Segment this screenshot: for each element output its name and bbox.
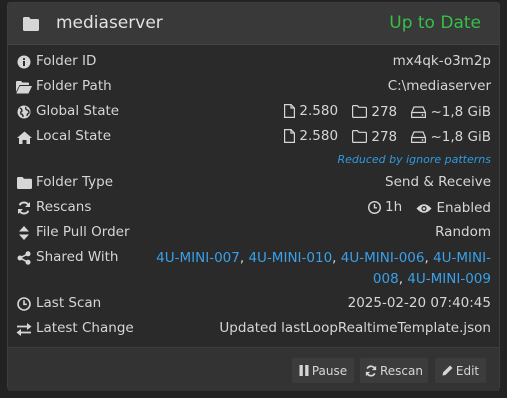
- global-size-stat: ~1,8 GiB: [411, 104, 491, 120]
- last-scan-label: Last Scan: [36, 295, 102, 311]
- globe-icon: [16, 104, 32, 120]
- row-folder-id: Folder ID mx4qk-o3m2p: [8, 50, 499, 75]
- row-global-state: Global State 2.580 278 ~1,8 GiB: [8, 100, 499, 125]
- sort-icon: [16, 225, 32, 241]
- device-link[interactable]: 4U-MINI-006: [341, 250, 425, 266]
- global-files-count: 2.580: [299, 103, 339, 119]
- folder-outline-icon: [352, 105, 368, 118]
- edit-button-label: Edit: [455, 363, 480, 378]
- local-size-stat: ~1,8 GiB: [411, 129, 491, 145]
- file-icon: [284, 104, 296, 118]
- latest-change-label: Latest Change: [36, 320, 134, 336]
- panel-footer: Pause Rescan Edit: [8, 348, 499, 391]
- local-files-stat: 2.580: [284, 128, 338, 144]
- folder-outline-icon: [352, 130, 368, 143]
- status-badge: Up to Date: [389, 13, 481, 33]
- folder-panel: mediaserver Up to Date Folder ID mx4qk-o…: [7, 2, 500, 391]
- folder-type-value: Send & Receive: [385, 174, 491, 190]
- row-latest-change: Latest Change Updated lastLoopRealtimeTe…: [8, 317, 499, 342]
- file-pull-order-value: Random: [435, 224, 491, 240]
- pencil-icon: [442, 365, 453, 376]
- hdd-icon: [411, 131, 427, 143]
- pause-button-label: Pause: [311, 363, 348, 378]
- row-last-scan: Last Scan 2025-02-20 07:40:45: [8, 292, 499, 317]
- folder-id-value: mx4qk-o3m2p: [392, 53, 491, 69]
- latest-change-value: Updated lastLoopRealtimeTemplate.json: [219, 320, 491, 336]
- global-state-label: Global State: [36, 103, 120, 119]
- rescans-value: 1h Enabled: [367, 199, 491, 218]
- home-icon: [16, 129, 32, 145]
- local-files-count: 2.580: [299, 128, 339, 144]
- local-state-value: 2.580 278 ~1,8 GiB: [284, 128, 491, 147]
- global-files-stat: 2.580: [284, 103, 338, 119]
- folder-path-value: C:\mediaserver: [387, 78, 491, 94]
- local-dirs-count: 278: [371, 128, 398, 145]
- rescan-interval-stat: 1h: [367, 199, 403, 215]
- row-folder-type: Folder Type Send & Receive: [8, 171, 499, 196]
- clock-icon: [16, 296, 32, 312]
- device-link[interactable]: 4U-MINI-007: [156, 250, 240, 266]
- shared-devices-list: 4U-MINI-007, 4U-MINI-010, 4U-MINI-006, 4…: [156, 250, 491, 287]
- refresh-icon: [365, 364, 377, 377]
- device-link[interactable]: 4U-MINI-009: [407, 271, 491, 287]
- exchange-icon: [16, 321, 32, 337]
- global-state-value: 2.580 278 ~1,8 GiB: [284, 103, 491, 122]
- clock-icon: [367, 200, 381, 214]
- folder-id-label: Folder ID: [36, 53, 97, 69]
- row-folder-path: Folder Path C:\mediaserver: [8, 75, 499, 100]
- folder-path-label: Folder Path: [36, 78, 112, 94]
- file-pull-order-label: File Pull Order: [36, 224, 130, 240]
- folder-type-label: Folder Type: [36, 174, 114, 190]
- info-circle-icon: [16, 54, 32, 70]
- row-rescans: Rescans 1h Enabled: [8, 196, 499, 221]
- file-icon: [284, 129, 296, 143]
- refresh-icon: [16, 200, 32, 216]
- global-size-value: ~1,8 GiB: [430, 104, 491, 120]
- folder-icon: [16, 175, 32, 191]
- row-local-state: Local State 2.580 278 ~1,8 GiB: [8, 125, 499, 150]
- local-size-value: ~1,8 GiB: [430, 129, 491, 145]
- row-file-pull-order: File Pull Order Random: [8, 221, 499, 246]
- local-dirs-stat: 278: [352, 129, 397, 145]
- watch-state-stat: Enabled: [416, 200, 491, 216]
- pause-icon: [299, 365, 309, 376]
- edit-button[interactable]: Edit: [435, 358, 486, 383]
- local-state-label: Local State: [36, 128, 112, 144]
- folder-title: mediaserver: [56, 13, 163, 33]
- last-scan-value: 2025-02-20 07:40:45: [347, 295, 491, 311]
- rescans-label: Rescans: [36, 199, 92, 215]
- ignore-patterns-note: Reduced by ignore patterns: [337, 153, 491, 166]
- pause-button[interactable]: Pause: [292, 358, 354, 383]
- folder-open-icon: [16, 79, 32, 95]
- global-dirs-stat: 278: [352, 104, 397, 120]
- rescan-button[interactable]: Rescan: [360, 358, 428, 383]
- folder-header[interactable]: mediaserver Up to Date: [8, 3, 499, 45]
- eye-icon: [416, 203, 432, 213]
- global-dirs-count: 278: [371, 103, 398, 120]
- hdd-icon: [411, 106, 427, 118]
- folder-icon: [23, 17, 39, 35]
- device-link[interactable]: 4U-MINI-010: [248, 250, 332, 266]
- watch-state-value: Enabled: [436, 200, 491, 216]
- share-icon: [16, 250, 32, 266]
- shared-with-label: Shared With: [36, 249, 119, 265]
- rescan-interval-value: 1h: [384, 199, 403, 215]
- rescan-button-label: Rescan: [380, 363, 423, 378]
